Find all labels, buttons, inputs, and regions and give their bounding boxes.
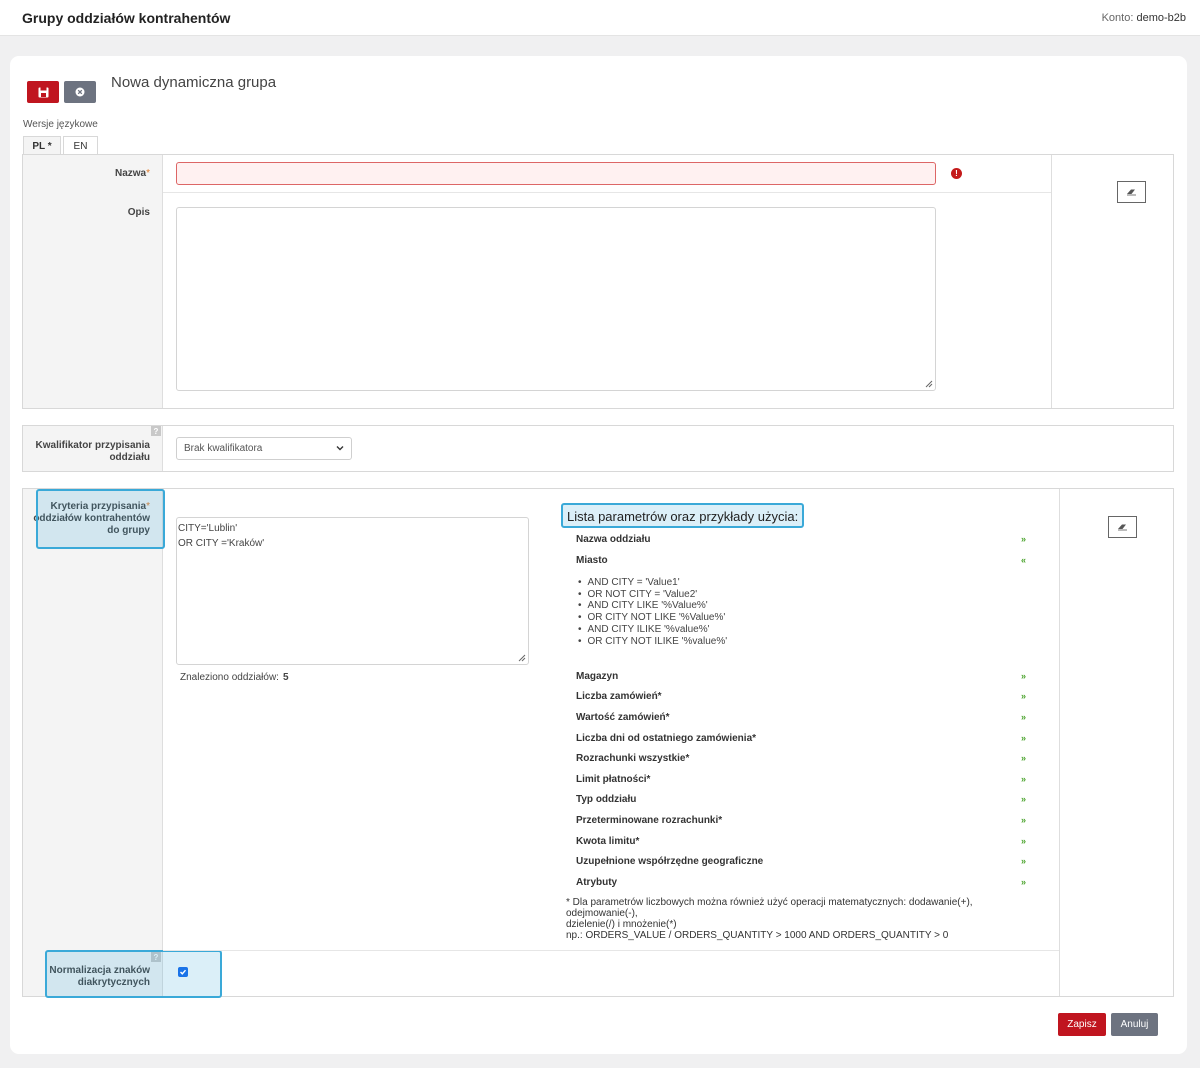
param-item[interactable]: Przeterminowane rozrachunki*» bbox=[576, 815, 1026, 826]
save-button[interactable]: Zapisz bbox=[1058, 1013, 1106, 1036]
example-item: OR CITY NOT ILIKE '%value%' bbox=[578, 636, 728, 648]
expand-icon: » bbox=[1020, 815, 1026, 825]
description-label: Opis bbox=[127, 207, 150, 218]
checkmark-icon bbox=[180, 969, 187, 975]
eraser-icon bbox=[1127, 189, 1136, 196]
example-item: AND CITY = 'Value1' bbox=[578, 577, 727, 589]
expand-icon: » bbox=[1020, 534, 1026, 544]
expand-icon: » bbox=[1020, 691, 1026, 701]
qualifier-select[interactable]: Brak kwalifikatora bbox=[176, 437, 352, 460]
collapse-icon: « bbox=[1020, 555, 1026, 565]
save-icon bbox=[38, 87, 48, 97]
example-item: AND CITY ILIKE '%value%' bbox=[578, 624, 727, 636]
top-bar: Grupy oddziałów kontrahentów Konto: demo… bbox=[0, 0, 1200, 36]
name-label: Nazwa* bbox=[114, 168, 150, 179]
form-card: Nowa dynamiczna grupa Wersje językowe PL… bbox=[10, 56, 1187, 1054]
form-title: Nowa dynamiczna grupa bbox=[111, 74, 277, 91]
clear-button[interactable] bbox=[1117, 181, 1146, 203]
required-asterisk: * bbox=[146, 168, 150, 179]
expand-icon: » bbox=[1020, 877, 1026, 887]
resize-handle-icon[interactable] bbox=[925, 380, 933, 388]
resize-handle-icon[interactable] bbox=[518, 654, 526, 662]
criteria-line: OR CITY ='Kraków' bbox=[178, 538, 265, 549]
param-item[interactable]: Kwota limitu*» bbox=[576, 836, 1026, 847]
example-item: AND CITY LIKE '%Value%' bbox=[578, 600, 727, 612]
param-item[interactable]: Uzupełnione współrzędne geograficzne» bbox=[576, 856, 1026, 867]
expand-icon: » bbox=[1020, 836, 1026, 846]
expand-icon: » bbox=[1020, 794, 1026, 804]
criteria-panel: Kryteria przypisania* oddziałów kontrahe… bbox=[22, 488, 1174, 998]
account-value[interactable]: demo-b2b bbox=[1136, 12, 1186, 24]
error-icon: ! bbox=[951, 168, 962, 179]
qualifier-panel: ? Kwalifikator przypisania oddziału Brak … bbox=[22, 425, 1174, 472]
criteria-line: CITY='Lublin' bbox=[178, 523, 238, 534]
side-column bbox=[1059, 489, 1173, 996]
side-column bbox=[1051, 155, 1173, 408]
basic-info-panel: Nazwa* Opis ! bbox=[22, 154, 1174, 409]
language-versions-label: Wersje językowe bbox=[23, 119, 98, 130]
label-column: Nazwa* Opis bbox=[23, 155, 163, 408]
criteria-textarea[interactable]: CITY='Lublin' OR CITY ='Kraków' bbox=[176, 517, 529, 665]
account-info: Konto: demo-b2b bbox=[1102, 12, 1186, 24]
example-item: OR NOT CITY = 'Value2' bbox=[578, 589, 727, 601]
param-item[interactable]: Rozrachunki wszystkie*» bbox=[576, 753, 1026, 764]
eraser-icon bbox=[1118, 524, 1127, 531]
expand-icon: » bbox=[1020, 712, 1026, 722]
account-label: Konto: bbox=[1101, 12, 1134, 24]
qualifier-select-value: Brak kwalifikatora bbox=[184, 443, 263, 454]
expand-icon: » bbox=[1020, 733, 1026, 743]
page-title: Grupy oddziałów kontrahentów bbox=[22, 10, 231, 26]
save-icon-button[interactable] bbox=[27, 81, 59, 103]
expand-icon: » bbox=[1020, 671, 1026, 681]
param-item[interactable]: Limit płatności*» bbox=[576, 774, 1026, 785]
expand-icon: » bbox=[1020, 753, 1026, 763]
divider bbox=[163, 950, 1059, 951]
normalization-checkbox[interactable] bbox=[178, 967, 188, 977]
divider bbox=[163, 192, 1051, 193]
math-note: * Dla parametrów liczbowych można równie… bbox=[566, 897, 973, 941]
label-column: ? Kwalifikator przypisania oddziału bbox=[23, 426, 163, 471]
param-item[interactable]: Nazwa oddziału» bbox=[576, 534, 1026, 545]
chevron-down-icon bbox=[336, 446, 344, 451]
clear-button[interactable] bbox=[1108, 516, 1137, 538]
close-circle-icon bbox=[75, 87, 85, 97]
param-item[interactable]: Typ oddziału» bbox=[576, 794, 1026, 805]
param-item[interactable]: Liczba dni od ostatniego zamówienia*» bbox=[576, 733, 1026, 744]
expand-icon: » bbox=[1020, 774, 1026, 784]
city-examples: AND CITY = 'Value1' OR NOT CITY = 'Value… bbox=[578, 577, 728, 648]
normalization-highlight bbox=[45, 950, 222, 998]
param-item[interactable]: Magazyn» bbox=[576, 671, 1026, 682]
param-item[interactable]: Miasto « bbox=[576, 555, 1026, 566]
param-item[interactable]: Wartość zamówień*» bbox=[576, 712, 1026, 723]
qualifier-label: Kwalifikator przypisania oddziału bbox=[35, 440, 150, 463]
param-item[interactable]: Atrybuty» bbox=[576, 877, 1026, 888]
label-column: Kryteria przypisania* oddziałów kontrahe… bbox=[23, 489, 163, 996]
description-textarea[interactable] bbox=[176, 207, 936, 391]
name-input[interactable] bbox=[176, 162, 936, 185]
found-count: Znaleziono oddziałów: 5 bbox=[180, 672, 289, 683]
criteria-label-highlight bbox=[36, 489, 165, 549]
params-title: Lista parametrów oraz przykłady użycia: bbox=[561, 503, 805, 528]
cancel-icon-button[interactable] bbox=[64, 81, 96, 103]
example-item: OR CITY NOT LIKE '%Value%' bbox=[578, 612, 727, 624]
expand-icon: » bbox=[1020, 856, 1026, 866]
cancel-button[interactable]: Anuluj bbox=[1111, 1013, 1158, 1036]
help-icon[interactable]: ? bbox=[151, 426, 161, 436]
tab-en[interactable]: EN bbox=[63, 136, 98, 155]
tab-pl[interactable]: PL * bbox=[23, 136, 61, 155]
param-item[interactable]: Liczba zamówień*» bbox=[576, 691, 1026, 702]
